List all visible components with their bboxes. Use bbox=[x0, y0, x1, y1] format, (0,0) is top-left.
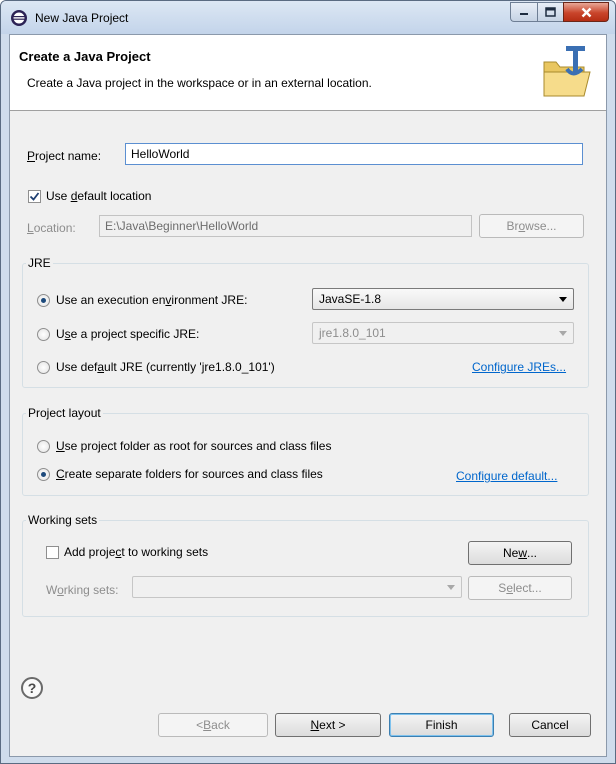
new-working-set-button[interactable]: Ne w... bbox=[468, 541, 572, 565]
separate-folders-label: Create separate folders for sources and … bbox=[56, 467, 323, 481]
project-specific-jre-label: Use a project specific JRE: bbox=[56, 327, 200, 341]
window-title: New Java Project bbox=[35, 11, 129, 25]
new-java-project-dialog: New Java Project Create a Java Project C… bbox=[0, 0, 616, 764]
working-sets-group bbox=[22, 520, 589, 617]
cancel-button[interactable]: Cancel bbox=[509, 713, 591, 737]
wizard-title: Create a Java Project bbox=[19, 49, 151, 64]
separate-folders-radio[interactable] bbox=[37, 468, 50, 481]
title-bar[interactable]: New Java Project bbox=[1, 1, 615, 34]
checkmark-icon bbox=[29, 192, 40, 201]
dialog-body: Create a Java Project Create a Java proj… bbox=[9, 34, 607, 757]
execution-environment-jre-label: Use an execution environment JRE: bbox=[56, 293, 248, 307]
chevron-down-icon bbox=[559, 297, 567, 302]
minimize-button[interactable] bbox=[510, 2, 537, 22]
default-jre-radio[interactable] bbox=[37, 361, 50, 374]
execution-environment-select[interactable]: JavaSE-1.8 bbox=[312, 288, 574, 310]
wizard-banner: Create a Java Project Create a Java proj… bbox=[10, 35, 606, 111]
project-folder-as-root-radio[interactable] bbox=[37, 440, 50, 453]
maximize-icon bbox=[545, 7, 556, 17]
use-default-location-label: Use default location bbox=[46, 189, 152, 203]
use-default-location-checkbox[interactable] bbox=[28, 190, 41, 203]
location-input[interactable]: E:\Java\Beginner\HelloWorld bbox=[99, 215, 472, 237]
project-specific-jre-radio[interactable] bbox=[37, 328, 50, 341]
jre-group-title: JRE bbox=[26, 256, 53, 270]
add-to-working-sets-label: Add project to working sets bbox=[64, 545, 209, 559]
project-layout-group bbox=[22, 413, 589, 496]
next-button[interactable]: Next > bbox=[275, 713, 381, 737]
chevron-down-icon bbox=[559, 331, 567, 336]
help-icon[interactable]: ? bbox=[21, 677, 43, 699]
caption-buttons bbox=[510, 2, 609, 22]
project-specific-jre-value: jre1.8.0_101 bbox=[319, 326, 386, 340]
new-java-project-folder-icon bbox=[543, 46, 591, 97]
configure-jres-link[interactable]: Configure JREs... bbox=[472, 360, 566, 374]
browse-button[interactable]: Br o wse... bbox=[479, 214, 584, 238]
working-sets-group-title: Working sets bbox=[26, 513, 100, 527]
project-specific-jre-select[interactable]: jre1.8.0_101 bbox=[312, 322, 574, 344]
project-name-label: Project name: bbox=[27, 149, 102, 163]
location-label: Location: bbox=[27, 221, 76, 235]
minimize-icon bbox=[520, 13, 528, 15]
chevron-down-icon bbox=[447, 585, 455, 590]
select-working-sets-button[interactable]: Se lect... bbox=[468, 576, 572, 600]
close-icon bbox=[581, 7, 591, 17]
project-layout-group-title: Project layout bbox=[26, 406, 103, 420]
eclipse-icon bbox=[11, 10, 27, 26]
wizard-description: Create a Java project in the workspace o… bbox=[27, 76, 372, 90]
execution-environment-value: JavaSE-1.8 bbox=[319, 292, 382, 306]
configure-default-link[interactable]: Configure default... bbox=[456, 469, 557, 483]
project-name-input[interactable]: HelloWorld bbox=[125, 143, 583, 165]
add-to-working-sets-checkbox[interactable] bbox=[46, 546, 59, 559]
working-sets-select[interactable] bbox=[132, 576, 462, 598]
back-button[interactable]: < Back bbox=[158, 713, 268, 737]
project-folder-as-root-label: Use project folder as root for sources a… bbox=[56, 439, 332, 453]
maximize-button[interactable] bbox=[537, 2, 563, 22]
finish-button[interactable]: Finish bbox=[389, 713, 494, 737]
working-sets-label: Working sets: bbox=[46, 583, 119, 597]
close-button[interactable] bbox=[563, 2, 609, 22]
default-jre-label: Use default JRE (currently 'jre1.8.0_101… bbox=[56, 360, 275, 374]
execution-environment-jre-radio[interactable] bbox=[37, 294, 50, 307]
